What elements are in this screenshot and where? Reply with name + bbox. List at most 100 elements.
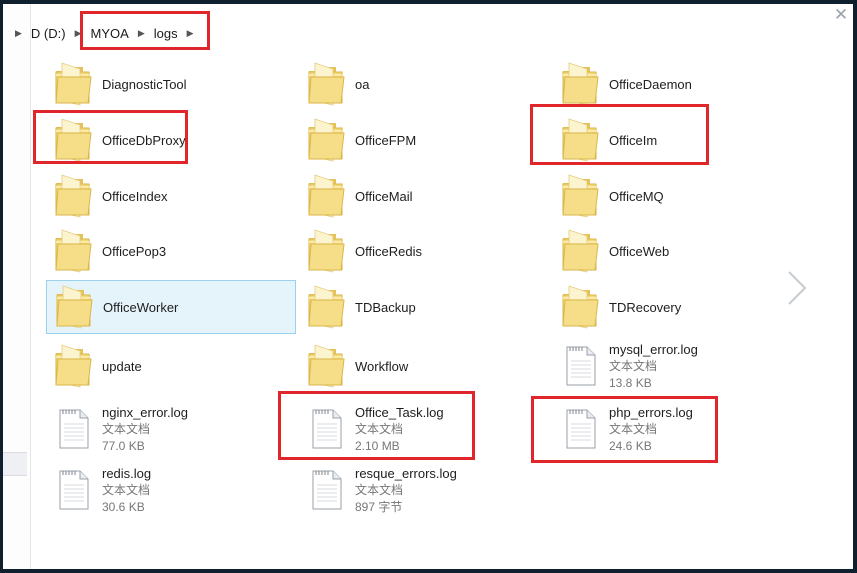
file-size: 24.6 KB — [609, 438, 652, 453]
item-name: OfficeIm — [609, 132, 658, 148]
text-file-icon — [557, 404, 603, 454]
folder-icon — [557, 59, 603, 109]
file-size: 77.0 KB — [102, 438, 145, 453]
window-frame-top — [0, 0, 857, 4]
item-name: resque_errors.log — [355, 465, 457, 481]
item-name: OfficeWorker — [103, 299, 179, 315]
item-name: OfficePop3 — [102, 243, 167, 259]
file-size: 2.10 MB — [355, 438, 400, 453]
file-item-nginx-error-log[interactable]: nginx_error.log 文本文档 77.0 KB — [46, 402, 296, 456]
file-info: mysql_error.log 文本文档 13.8 KB — [609, 341, 698, 392]
item-name: OfficeDbProxy — [102, 132, 186, 148]
folder-icon — [51, 282, 97, 332]
item-name: TDBackup — [355, 299, 416, 315]
file-item-resque-errors-log[interactable]: resque_errors.log 文本文档 897 字节 — [299, 463, 549, 517]
breadcrumb-myoa[interactable]: MYOA — [91, 24, 129, 43]
folder-item-officefpm[interactable]: OfficeFPM — [299, 113, 549, 167]
file-item-mysql-error-log[interactable]: mysql_error.log 文本文档 13.8 KB — [553, 339, 803, 393]
folder-icon — [303, 59, 349, 109]
item-name: OfficeFPM — [355, 132, 417, 148]
chevron-right-icon[interactable]: ▶ — [75, 28, 82, 39]
file-item-office-task-log[interactable]: Office_Task.log 文本文档 2.10 MB — [299, 402, 549, 456]
file-info: php_errors.log 文本文档 24.6 KB — [609, 404, 693, 455]
breadcrumb: ▶ D (D:) ▶ MYOA ▶ logs ▶ — [6, 20, 203, 46]
file-type: 文本文档 — [609, 421, 658, 436]
chevron-right-icon[interactable]: ▶ — [187, 28, 194, 39]
folder-item-officedaemon[interactable]: OfficeDaemon — [553, 57, 803, 111]
chevron-right-icon[interactable]: ▶ — [138, 28, 145, 39]
folder-icon — [557, 282, 603, 332]
folder-icon — [303, 226, 349, 276]
folder-icon — [50, 226, 96, 276]
window-frame-bottom — [0, 569, 857, 573]
folder-item-officepop3[interactable]: OfficePop3 — [46, 224, 296, 278]
folder-icon — [303, 341, 349, 391]
folder-icon — [50, 115, 96, 165]
folder-item-workflow[interactable]: Workflow — [299, 339, 549, 393]
item-name: OfficeIndex — [102, 188, 168, 204]
item-name: OfficeWeb — [609, 243, 670, 259]
item-name: update — [102, 358, 142, 374]
folder-item-officeredis[interactable]: OfficeRedis — [299, 224, 549, 278]
item-name: OfficeMail — [355, 188, 413, 204]
folder-item-officemail[interactable]: OfficeMail — [299, 169, 549, 223]
folder-item-oa[interactable]: oa — [299, 57, 549, 111]
folder-icon — [557, 171, 603, 221]
text-file-icon — [303, 465, 349, 515]
folder-icon — [303, 171, 349, 221]
breadcrumb-logs[interactable]: logs — [154, 24, 178, 43]
file-item-redis-log[interactable]: redis.log 文本文档 30.6 KB — [46, 463, 296, 517]
folder-icon — [50, 59, 96, 109]
folder-item-tdbackup[interactable]: TDBackup — [299, 280, 549, 334]
navigation-pane-item[interactable] — [3, 452, 27, 476]
item-name: php_errors.log — [609, 404, 693, 420]
item-name: mysql_error.log — [609, 341, 698, 357]
item-name: TDRecovery — [609, 299, 682, 315]
window-frame-right — [853, 0, 857, 573]
folder-icon — [303, 282, 349, 332]
text-file-icon — [557, 341, 603, 391]
folder-item-tdrecovery[interactable]: TDRecovery — [553, 280, 803, 334]
folder-item-officeweb[interactable]: OfficeWeb — [553, 224, 803, 278]
file-type: 文本文档 — [102, 482, 151, 497]
file-item-php-errors-log[interactable]: php_errors.log 文本文档 24.6 KB — [553, 402, 803, 456]
navigation-pane-edge — [3, 4, 31, 569]
item-name: redis.log — [102, 465, 152, 481]
folder-icon — [50, 171, 96, 221]
file-info: nginx_error.log 文本文档 77.0 KB — [102, 404, 188, 455]
item-name: DiagnosticTool — [102, 76, 187, 92]
folder-item-officeindex[interactable]: OfficeIndex — [46, 169, 296, 223]
close-icon[interactable]: ✕ — [832, 6, 850, 24]
folder-icon — [303, 115, 349, 165]
folder-item-update[interactable]: update — [46, 339, 296, 393]
file-size: 30.6 KB — [102, 499, 145, 514]
item-name: OfficeMQ — [609, 188, 664, 204]
file-type: 文本文档 — [355, 482, 404, 497]
folder-item-officeworker[interactable]: OfficeWorker — [46, 280, 296, 334]
folder-icon — [557, 115, 603, 165]
file-type: 文本文档 — [102, 421, 151, 436]
file-info: redis.log 文本文档 30.6 KB — [102, 465, 151, 516]
item-name: Office_Task.log — [355, 404, 444, 420]
item-name: OfficeRedis — [355, 243, 422, 259]
file-info: resque_errors.log 文本文档 897 字节 — [355, 465, 457, 516]
text-file-icon — [50, 404, 96, 454]
folder-item-officemq[interactable]: OfficeMQ — [553, 169, 803, 223]
folder-item-officedbproxy[interactable]: OfficeDbProxy — [46, 113, 296, 167]
chevron-right-icon[interactable] — [783, 268, 809, 308]
file-info: Office_Task.log 文本文档 2.10 MB — [355, 404, 444, 455]
item-name: Workflow — [355, 358, 409, 374]
folder-item-officeim[interactable]: OfficeIm — [553, 113, 803, 167]
folder-icon — [557, 226, 603, 276]
file-type: 文本文档 — [609, 358, 658, 373]
file-size: 13.8 KB — [609, 375, 652, 390]
item-name: OfficeDaemon — [609, 76, 692, 92]
file-type: 文本文档 — [355, 421, 404, 436]
chevron-right-icon[interactable]: ▶ — [15, 28, 22, 39]
folder-icon — [50, 341, 96, 391]
folder-item-diagnostictool[interactable]: DiagnosticTool — [46, 57, 296, 111]
item-name: nginx_error.log — [102, 404, 188, 420]
text-file-icon — [50, 465, 96, 515]
text-file-icon — [303, 404, 349, 454]
breadcrumb-drive[interactable]: D (D:) — [31, 24, 66, 43]
